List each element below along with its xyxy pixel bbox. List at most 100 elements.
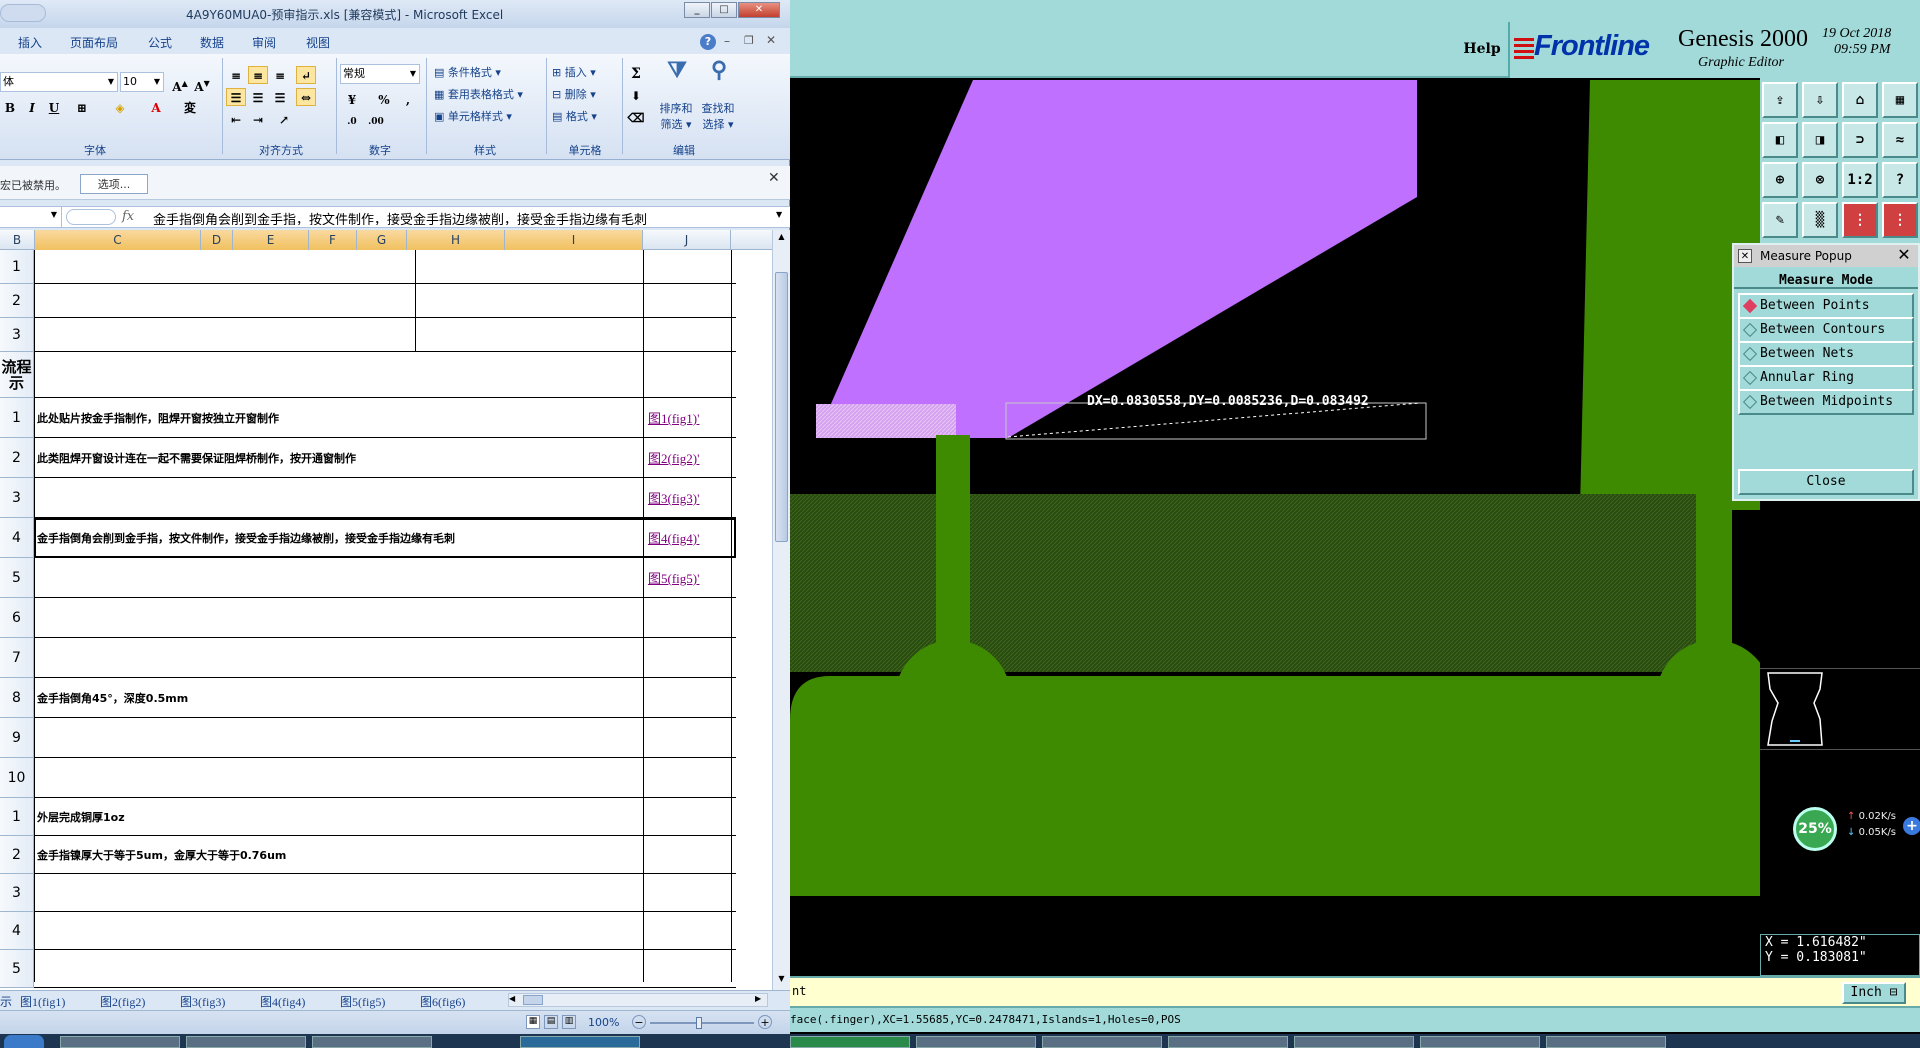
- normal-view-icon[interactable]: ▦: [526, 1015, 540, 1029]
- table-row[interactable]: [34, 912, 736, 950]
- row-header[interactable]: 5: [0, 558, 34, 598]
- scroll-right-icon[interactable]: ▶: [755, 994, 767, 1006]
- tab-data[interactable]: 数据: [200, 34, 224, 52]
- taskbar-item-excel[interactable]: [520, 1036, 640, 1048]
- row-header[interactable]: 2: [0, 438, 34, 478]
- bottom-view-icon[interactable]: ⇩: [1802, 82, 1838, 118]
- row-header[interactable]: 3: [0, 318, 34, 352]
- increase-decimal-icon[interactable]: .0: [342, 112, 362, 130]
- insert-cells-button[interactable]: ⊞ 插入 ▾: [552, 64, 596, 80]
- sheet-tab-fig2[interactable]: 图2(fig2): [100, 993, 145, 1009]
- units-button[interactable]: Inch ⊟: [1842, 982, 1906, 1004]
- taskbar-item-genesis[interactable]: [790, 1036, 910, 1048]
- currency-icon[interactable]: ¥: [342, 90, 362, 108]
- help-menu[interactable]: Help: [1457, 38, 1507, 60]
- wrap-text-icon[interactable]: ↵: [296, 66, 316, 84]
- grid-icon[interactable]: ▒: [1802, 202, 1838, 238]
- table-row[interactable]: 图3(fig3)': [34, 478, 736, 518]
- number-format-select[interactable]: 常规 ▼: [340, 64, 420, 84]
- taskbar-item[interactable]: [1294, 1036, 1414, 1048]
- percent-button[interactable]: %: [374, 90, 394, 108]
- minimize-button[interactable]: _: [684, 2, 710, 18]
- delete-cells-button[interactable]: ⊟ 删除 ▾: [552, 86, 596, 102]
- scroll-left-icon[interactable]: ◀: [509, 994, 521, 1006]
- scrollbar-thumb[interactable]: [523, 995, 543, 1005]
- row-header[interactable]: 流程 示: [0, 352, 34, 398]
- table-row[interactable]: 此处贴片按金手指制作，阻焊开窗按独立开窗制作 图1(fig1)': [34, 398, 736, 438]
- table-row[interactable]: 图5(fig5)': [34, 558, 736, 598]
- align-left-icon[interactable]: ☰: [226, 88, 246, 106]
- row-header[interactable]: 2: [0, 284, 34, 318]
- page-break-view-icon[interactable]: ▥: [562, 1015, 576, 1029]
- column-header-j[interactable]: J: [643, 230, 731, 250]
- conditional-format-button[interactable]: ▤ 条件格式 ▾: [434, 64, 501, 80]
- row-header[interactable]: 1: [0, 250, 34, 284]
- start-button[interactable]: [4, 1035, 44, 1048]
- maximize-button[interactable]: □: [711, 2, 737, 18]
- popup-menu-icon[interactable]: ✕: [1738, 249, 1752, 263]
- increase-indent-icon[interactable]: ⇥: [248, 110, 268, 128]
- restore-icon[interactable]: ❐: [744, 34, 758, 48]
- column-header-f[interactable]: F: [309, 230, 357, 250]
- comma-button[interactable]: ,: [398, 90, 418, 108]
- page-layout-view-icon[interactable]: ▤: [544, 1015, 558, 1029]
- taskbar-item[interactable]: [1168, 1036, 1288, 1048]
- sheet-tab-fig6[interactable]: 图6(fig6): [420, 993, 465, 1009]
- align-middle-icon[interactable]: ≡: [248, 66, 268, 84]
- decrease-indent-icon[interactable]: ⇤: [226, 110, 246, 128]
- table-row[interactable]: [34, 318, 736, 352]
- column-header-i[interactable]: I: [505, 230, 643, 250]
- table-row[interactable]: 此类阻焊开窗设计连在一起不需要保证阻焊桥制作，按开通窗制作 图2(fig2)': [34, 438, 736, 478]
- sort-filter-button[interactable]: 排序和 筛选 ▾: [656, 100, 696, 132]
- table-row[interactable]: [34, 598, 736, 638]
- format-cells-button[interactable]: ▤ 格式 ▾: [552, 108, 597, 124]
- tab-page-layout[interactable]: 页面布局: [70, 34, 118, 52]
- zoom-level[interactable]: 100%: [588, 1016, 628, 1030]
- close-icon[interactable]: ✕: [768, 170, 784, 186]
- row-header[interactable]: 7: [0, 638, 34, 678]
- taskbar-item[interactable]: [916, 1036, 1036, 1048]
- option-between-nets[interactable]: Between Nets: [1738, 341, 1914, 367]
- table-row[interactable]: 金手指倒角45°，深度0.5mm: [34, 678, 736, 718]
- tab-review[interactable]: 审阅: [252, 34, 276, 52]
- overview-thumbnail[interactable]: [1760, 668, 1920, 750]
- pan-left-icon[interactable]: ◧: [1762, 122, 1798, 158]
- merge-center-icon[interactable]: ⇔: [296, 88, 316, 106]
- zoom-in-icon[interactable]: +: [758, 1015, 772, 1029]
- table-row[interactable]: [34, 352, 736, 398]
- fill-color-icon[interactable]: ◈: [110, 98, 130, 116]
- row-header[interactable]: 4: [0, 518, 34, 558]
- zoom-icon[interactable]: ⊗: [1802, 162, 1838, 198]
- plus-icon[interactable]: +: [1903, 817, 1920, 835]
- options-button[interactable]: 选项...: [80, 174, 148, 194]
- scale-icon[interactable]: 1:2: [1842, 162, 1878, 198]
- rotate-icon[interactable]: ≈: [1882, 122, 1918, 158]
- scrollbar-thumb[interactable]: [775, 272, 788, 542]
- layers-icon[interactable]: ⋮: [1882, 202, 1918, 238]
- mirror-icon[interactable]: ⊃: [1842, 122, 1878, 158]
- table-row[interactable]: [34, 718, 736, 758]
- option-between-midpoints[interactable]: Between Midpoints: [1738, 389, 1914, 415]
- taskbar-item[interactable]: [186, 1036, 306, 1048]
- tab-view[interactable]: 视图: [306, 34, 330, 52]
- expand-formula-icon[interactable]: ▼: [776, 210, 788, 224]
- zoom-out-icon[interactable]: −: [632, 1015, 646, 1029]
- option-annular-ring[interactable]: Annular Ring: [1738, 365, 1914, 391]
- taskbar-item[interactable]: [1042, 1036, 1162, 1048]
- tab-formulas[interactable]: 公式: [148, 34, 172, 52]
- row-header[interactable]: 1: [0, 798, 34, 836]
- column-header-d[interactable]: D: [201, 230, 233, 250]
- vertical-scrollbar[interactable]: ▲ ▼: [772, 230, 790, 990]
- row-header[interactable]: 3: [0, 874, 34, 912]
- italic-button[interactable]: I: [22, 98, 42, 116]
- fill-icon[interactable]: ⬇: [626, 86, 646, 104]
- format-as-table-button[interactable]: ▦ 套用表格格式 ▾: [434, 86, 523, 102]
- close-icon[interactable]: ✕: [1892, 245, 1916, 265]
- window-icon[interactable]: ▦: [1882, 82, 1918, 118]
- tab-insert[interactable]: 插入: [18, 34, 42, 52]
- autosum-icon[interactable]: Σ: [626, 64, 646, 82]
- sort-filter-icon[interactable]: ⧩: [662, 59, 692, 90]
- zoom-slider-handle[interactable]: [696, 1017, 702, 1029]
- font-name-select[interactable]: 体 ▼: [0, 72, 118, 92]
- taskbar-item[interactable]: [60, 1036, 180, 1048]
